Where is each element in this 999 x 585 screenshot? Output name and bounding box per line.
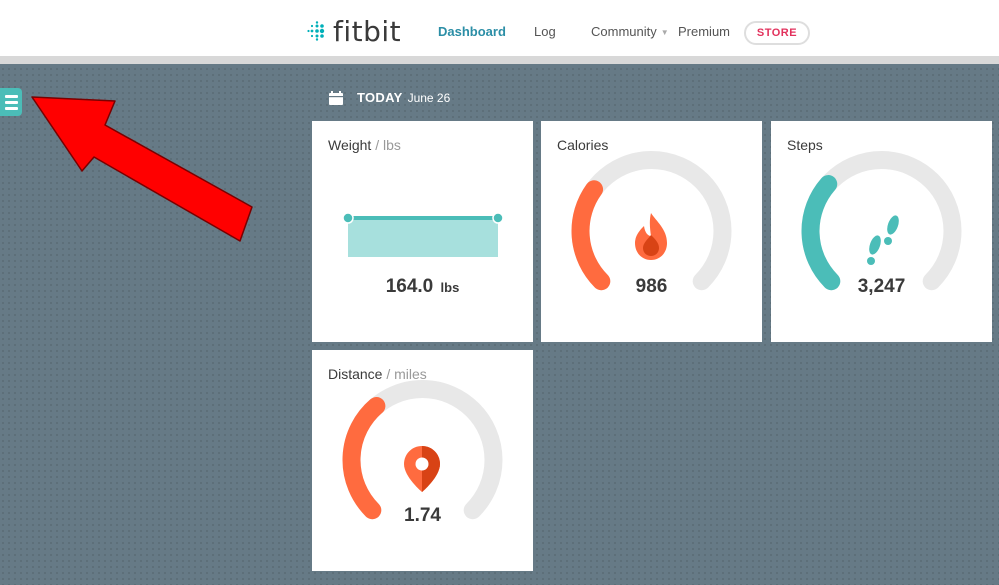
calories-tile[interactable]: Calories 986 [541, 121, 762, 342]
weight-value-unit: lbs [440, 280, 460, 295]
weight-point-end [492, 212, 504, 224]
distance-value: 1.74 [404, 505, 441, 526]
distance-gauge [342, 380, 503, 520]
steps-tile[interactable]: Steps 3,247 [771, 121, 992, 342]
distance-gauge-fill [342, 397, 386, 520]
calories-gauge [571, 151, 732, 291]
nav-premium[interactable]: Premium [678, 24, 730, 39]
calories-value: 986 [635, 276, 668, 297]
weight-value-number: 164.0 [385, 276, 434, 297]
footprints-icon [867, 215, 899, 265]
today-label: TODAY [357, 90, 403, 105]
red-arrow-annotation [31, 96, 253, 242]
active-tab-indicator [460, 57, 476, 64]
location-pin-icon [404, 446, 440, 492]
logo-text: fitbit [333, 14, 402, 48]
weight-area [348, 218, 498, 257]
weight-trend-graph [342, 212, 504, 257]
steps-gauge-fill [801, 175, 841, 291]
chevron-down-icon: ▼ [660, 28, 669, 37]
calendar-icon[interactable] [329, 90, 343, 105]
weight-point-start [342, 212, 354, 224]
store-button[interactable]: STORE [744, 21, 810, 45]
date-label: June 26 [407, 90, 451, 105]
distance-tile[interactable]: Distance / miles 1.74 [312, 350, 533, 571]
fitbit-logo[interactable]: fitbit [307, 14, 401, 48]
top-navigation-bar: fitbit Dashboard Log Community ▼ Premium … [0, 0, 999, 64]
weight-tile[interactable]: Weight / lbs 164.0 lbs [312, 121, 533, 342]
nav-dashboard[interactable]: Dashboard [438, 24, 506, 39]
steps-gauge [801, 151, 962, 291]
calories-gauge-fill [571, 180, 611, 291]
hamburger-icon[interactable] [0, 88, 22, 116]
weight-value: 164.0 lbs [312, 276, 533, 298]
flame-icon [635, 213, 667, 260]
nav-community-label: Community [591, 24, 657, 39]
date-header: TODAY June 26 [329, 90, 450, 105]
fitbit-dots-icon [307, 21, 325, 41]
nav-community[interactable]: Community ▼ [591, 24, 669, 39]
nav-log[interactable]: Log [534, 24, 556, 39]
steps-value: 3,247 [857, 276, 906, 297]
